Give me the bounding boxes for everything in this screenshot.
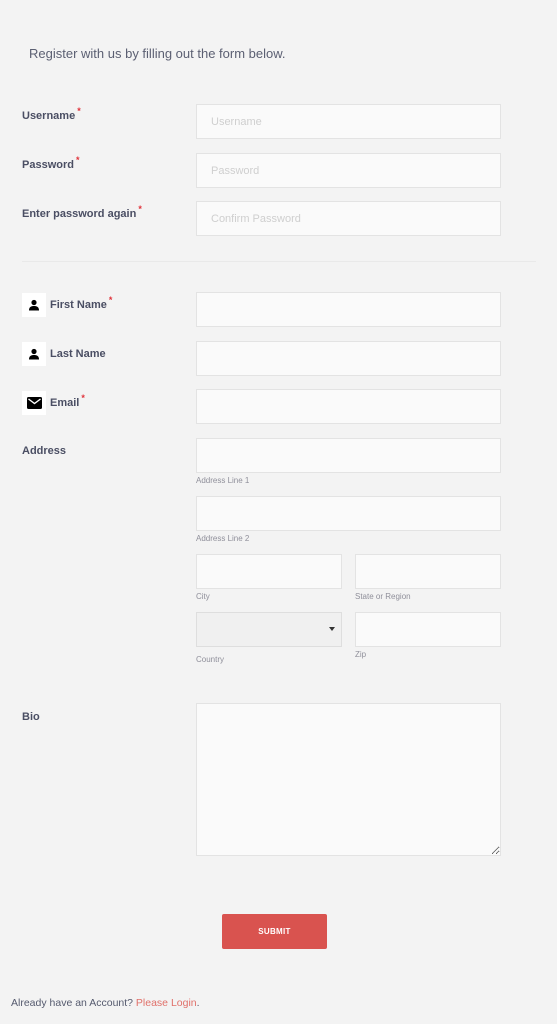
caret-down-icon: [329, 627, 335, 631]
username-label: Username *: [22, 106, 81, 122]
password-label: Password *: [22, 155, 79, 171]
confirm-password-input[interactable]: [196, 201, 501, 236]
first-name-input[interactable]: [196, 292, 501, 327]
password-label-text: Password: [22, 159, 74, 171]
last-name-label: Last Name: [50, 348, 106, 360]
email-label: Email *: [50, 393, 85, 409]
bio-textarea[interactable]: [196, 703, 501, 856]
state-sublabel: State or Region: [355, 592, 411, 601]
country-select[interactable]: [196, 612, 342, 647]
zip-sublabel: Zip: [355, 650, 367, 659]
last-name-label-text: Last Name: [50, 348, 106, 360]
login-prompt-suffix: .: [196, 997, 200, 1009]
login-prompt: Already have an Account? Please Login.: [11, 997, 200, 1009]
required-marker: *: [138, 204, 142, 214]
envelope-icon: [22, 391, 46, 415]
confirm-password-label: Enter password again *: [22, 204, 142, 220]
submit-button[interactable]: SUBMIT: [222, 914, 327, 949]
username-label-text: Username: [22, 110, 76, 122]
person-icon: [22, 342, 46, 366]
zip-input[interactable]: [355, 612, 501, 647]
city-input[interactable]: [196, 554, 342, 589]
first-name-label-text: First Name: [50, 299, 107, 311]
required-marker: *: [75, 155, 80, 165]
username-input[interactable]: [196, 104, 501, 139]
address-line1-input[interactable]: [196, 438, 501, 473]
password-input[interactable]: [196, 153, 501, 188]
first-name-label: First Name *: [50, 295, 112, 311]
address-line2-sublabel: Address Line 2: [196, 534, 250, 543]
confirm-password-label-text: Enter password again: [22, 208, 137, 220]
email-label-text: Email: [50, 397, 80, 409]
state-input[interactable]: [355, 554, 501, 589]
address-line2-input[interactable]: [196, 496, 501, 531]
required-marker: *: [108, 295, 113, 305]
person-icon: [22, 293, 46, 317]
required-marker: *: [81, 393, 85, 403]
last-name-input[interactable]: [196, 341, 501, 376]
email-input[interactable]: [196, 389, 501, 424]
bio-label: Bio: [22, 711, 40, 723]
country-sublabel: Country: [196, 655, 225, 664]
login-prompt-text: Already have an Account?: [11, 997, 136, 1009]
city-sublabel: City: [196, 592, 210, 601]
section-divider: [22, 261, 536, 262]
address-line1-sublabel: Address Line 1: [196, 476, 250, 485]
login-link[interactable]: Please Login: [136, 997, 197, 1009]
intro-text: Register with us by filling out the form…: [29, 46, 286, 61]
required-marker: *: [77, 106, 81, 116]
address-label: Address: [22, 445, 67, 457]
